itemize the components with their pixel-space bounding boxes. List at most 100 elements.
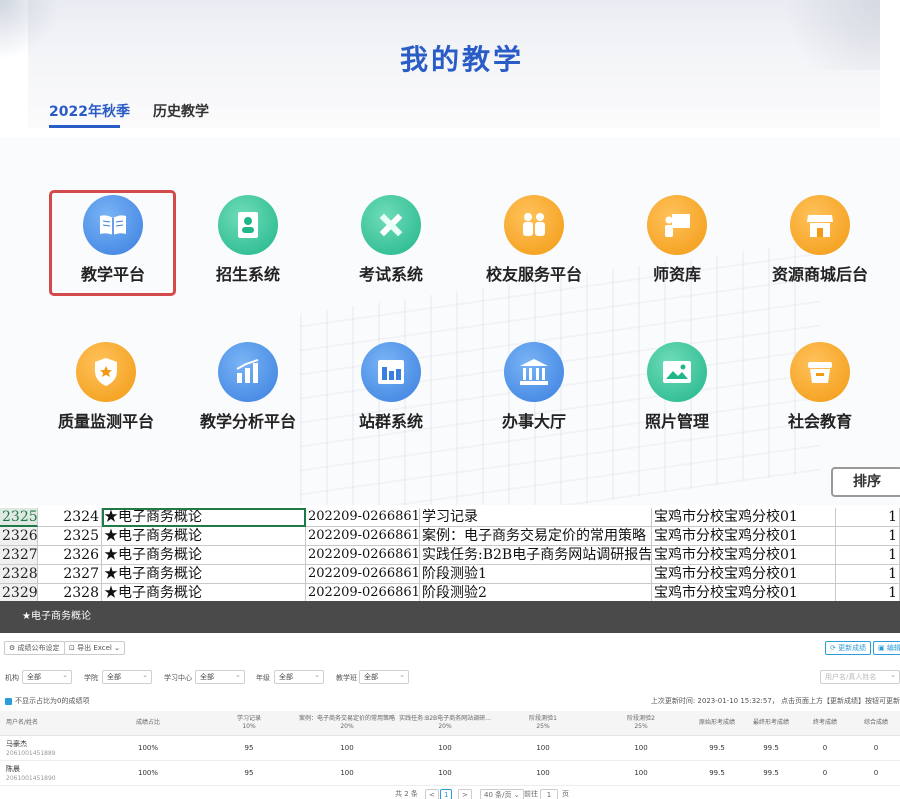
next-page-button[interactable]: > — [458, 789, 472, 799]
sheet-row[interactable]: 2327 2326 ★电子商务概论 202209-02668610 实践任务:B… — [0, 546, 900, 565]
filter-center-select[interactable]: 全部 — [195, 669, 245, 684]
cell-score[interactable]: 100 — [396, 760, 494, 786]
cell-course[interactable]: ★电子商务概论 — [102, 527, 306, 546]
grade-table: 用户名/姓名 成绩占比 学习记录 10% 案例：电子商务交易定价的常用策略 20% … — [0, 711, 900, 786]
col-exam[interactable]: 终考成绩 — [798, 711, 852, 736]
cell-index[interactable]: 2327 — [38, 565, 102, 584]
app-teaching-analytics[interactable]: 教学分析平台 — [178, 342, 318, 452]
goto-page-input[interactable]: 1 — [540, 789, 558, 799]
update-grades-button[interactable]: ⟳ 更新成绩 — [825, 641, 872, 655]
cell-count[interactable]: 1 — [836, 527, 900, 546]
table-row[interactable]: 陈晨 2061001451890 100% 95 100 100 100 100 … — [0, 760, 900, 786]
cell-total: 0 — [852, 735, 900, 761]
hide-zero-label: 不显示占比为0的成绩项 — [15, 697, 90, 705]
cell-course[interactable]: ★电子商务概论 — [102, 565, 306, 584]
app-service-hall[interactable]: 办事大厅 — [464, 342, 604, 452]
cell-item[interactable]: 学习记录 — [420, 508, 652, 527]
cell-course[interactable]: ★电子商务概论 — [102, 546, 306, 565]
cell-index[interactable]: 2324 — [38, 508, 102, 527]
sheet-row[interactable]: 2325 2324 ★电子商务概论 202209-02668610 学习记录 宝… — [0, 508, 900, 527]
cell-count[interactable]: 1 — [836, 565, 900, 584]
col-item-3[interactable]: 实践任务:B2B电子商务网站调研... 20% — [396, 711, 494, 736]
app-faculty-database[interactable]: 师资库 — [607, 195, 747, 305]
filter-class-select[interactable]: 全部 — [359, 669, 409, 684]
filter-org-select[interactable]: 全部 — [22, 669, 72, 684]
cell-course-code[interactable]: 202209-02668610 — [306, 565, 420, 584]
col-item-5[interactable]: 阶段测验2 25% — [592, 711, 690, 736]
tab-current-semester[interactable]: 2022年秋季 — [49, 101, 130, 121]
cell-item[interactable]: 实践任务:B2B电子商务网站调研报告 — [420, 546, 652, 565]
app-site-group[interactable]: 站群系统 — [321, 342, 461, 452]
cell-campus[interactable]: 宝鸡市分校宝鸡分校01 — [652, 527, 836, 546]
app-resource-store-admin[interactable]: 资源商城后台 — [750, 195, 890, 305]
col-ratio[interactable]: 成绩占比 — [96, 711, 200, 736]
export-excel-button[interactable]: ⊡ 导出 Excel ⌄ — [64, 641, 125, 655]
cell-exam: 0 — [798, 760, 852, 786]
app-photo-management[interactable]: 照片管理 — [607, 342, 747, 452]
cell-score[interactable]: 100 — [592, 760, 690, 786]
col-user[interactable]: 用户名/姓名 — [0, 711, 96, 736]
table-row[interactable]: 马豪杰 2061001451889 100% 95 100 100 100 100… — [0, 735, 900, 761]
cell-campus[interactable]: 宝鸡市分校宝鸡分校01 — [652, 565, 836, 584]
col-total[interactable]: 综合成绩 — [852, 711, 900, 736]
filter-grade-select[interactable]: 全部 — [274, 669, 324, 684]
app-social-education[interactable]: 社会教育 — [750, 342, 890, 452]
sheet-row[interactable]: 2326 2325 ★电子商务概论 202209-02668610 案例：电子商… — [0, 527, 900, 546]
filter-college-select[interactable]: 全部 — [102, 669, 152, 684]
cell-score[interactable]: 95 — [200, 760, 298, 786]
window-grid-icon — [361, 342, 421, 402]
cell-index[interactable]: 2326 — [38, 546, 102, 565]
cell-score[interactable]: 95 — [200, 735, 298, 761]
cell-score[interactable]: 100 — [494, 735, 592, 761]
col-item-4[interactable]: 阶段测验1 25% — [494, 711, 592, 736]
app-enrollment[interactable]: 招生系统 — [178, 195, 318, 305]
cell-course-code[interactable]: 202209-02668610 — [306, 527, 420, 546]
cell-score[interactable]: 100 — [298, 760, 396, 786]
sort-button[interactable]: 排序 — [831, 467, 900, 497]
app-alumni-service[interactable]: 校友服务平台 — [464, 195, 604, 305]
col-final[interactable]: 最终形考成绩 — [744, 711, 798, 736]
cell-score[interactable]: 100 — [592, 735, 690, 761]
row-number[interactable]: 2326 — [0, 527, 38, 546]
col-item-1[interactable]: 学习记录 10% — [200, 711, 298, 736]
app-teaching-platform[interactable]: 教学平台 — [43, 195, 183, 305]
publish-settings-button[interactable]: ⚙ 成绩公布设定 — [4, 641, 65, 655]
cell-item[interactable]: 阶段测验1 — [420, 565, 652, 584]
pencil-ruler-icon — [361, 195, 421, 255]
cell-score[interactable]: 100 — [298, 735, 396, 761]
page-size-select[interactable]: 40 条/页 ⌄ — [480, 789, 524, 799]
prev-page-button[interactable]: < — [425, 789, 439, 799]
cell-campus[interactable]: 宝鸡市分校宝鸡分校01 — [652, 508, 836, 527]
table-header-row: 用户名/姓名 成绩占比 学习记录 10% 案例：电子商务交易定价的常用策略 20% … — [0, 711, 900, 736]
row-number[interactable]: 2328 — [0, 565, 38, 584]
cell-index[interactable]: 2325 — [38, 527, 102, 546]
teacher-board-icon — [647, 195, 707, 255]
cell-raw: 99.5 — [690, 760, 744, 786]
active-tab-indicator — [49, 125, 120, 128]
grade-panel: ★电子商务概论 ⚙ 成绩公布设定 ⊡ 导出 Excel ⌄ ⟳ 更新成绩 ▣ 编… — [0, 601, 900, 799]
cell-count[interactable]: 1 — [836, 546, 900, 565]
row-number[interactable]: 2325 — [0, 508, 38, 527]
app-quality-monitoring[interactable]: 质量监测平台 — [36, 342, 176, 452]
tab-history[interactable]: 历史教学 — [153, 101, 209, 121]
page-title: 我的教学 — [399, 43, 524, 76]
col-item-2[interactable]: 案例：电子商务交易定价的常用策略 20% — [298, 711, 396, 736]
edit-button[interactable]: ▣ 编辑 — [873, 641, 900, 655]
col-raw[interactable]: 原始形考成绩 — [690, 711, 744, 736]
app-exam-system[interactable]: 考试系统 — [321, 195, 461, 305]
cell-campus[interactable]: 宝鸡市分校宝鸡分校01 — [652, 546, 836, 565]
cell-count[interactable]: 1 — [836, 508, 900, 527]
cell-score[interactable]: 100 — [396, 735, 494, 761]
cell-course-code[interactable]: 202209-02668610 — [306, 508, 420, 527]
row-number[interactable]: 2327 — [0, 546, 38, 565]
sheet-row[interactable]: 2328 2327 ★电子商务概论 202209-02668610 阶段测验1 … — [0, 565, 900, 584]
cell-final: 99.5 — [744, 735, 798, 761]
hide-zero-checkbox[interactable] — [5, 698, 12, 705]
cell-course-code[interactable]: 202209-02668610 — [306, 546, 420, 565]
shield-star-icon — [76, 342, 136, 402]
page-number-button[interactable]: 1 — [440, 789, 453, 799]
cell-course[interactable]: ★电子商务概论 — [102, 508, 306, 527]
cell-item[interactable]: 案例：电子商务交易定价的常用策略 — [420, 527, 652, 546]
cell-score[interactable]: 100 — [494, 760, 592, 786]
search-input[interactable]: 用户名/真人姓名 — [820, 669, 900, 684]
